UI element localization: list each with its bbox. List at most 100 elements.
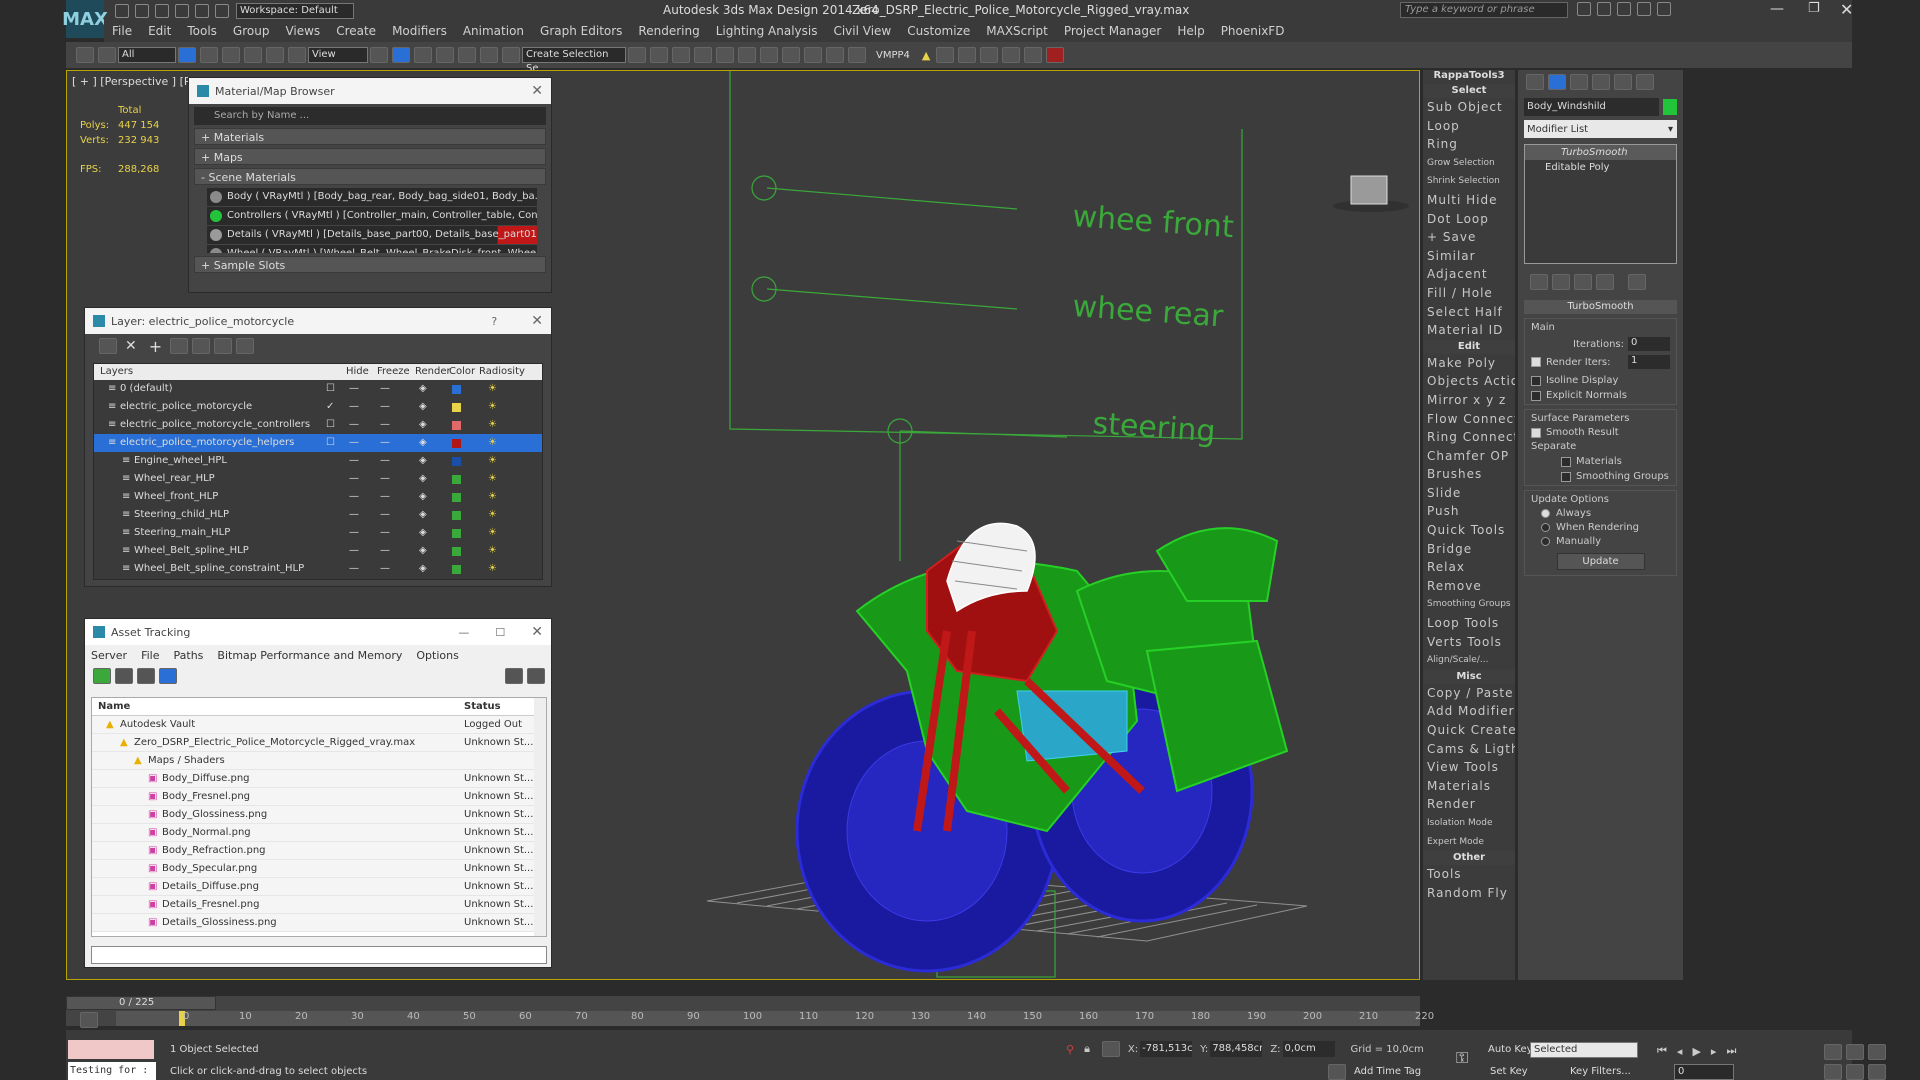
hierarchy-tab-icon[interactable] bbox=[1570, 74, 1588, 90]
field-of-view-icon[interactable] bbox=[1824, 1064, 1842, 1080]
hide-toggle-icon[interactable]: — bbox=[349, 401, 359, 412]
rappa-category-select[interactable]: Select bbox=[1423, 84, 1515, 98]
hide-toggle-icon[interactable]: — bbox=[349, 437, 359, 448]
scene-materials-rollout[interactable]: - Scene Materials bbox=[194, 168, 546, 185]
curve-editor-icon[interactable] bbox=[716, 47, 734, 63]
rappa-item-loop[interactable]: Loop bbox=[1423, 117, 1515, 136]
asset-settings-icon[interactable] bbox=[527, 668, 545, 684]
make-unique-icon[interactable] bbox=[1574, 274, 1592, 290]
render-setup-icon[interactable] bbox=[782, 47, 800, 63]
freeze-toggle-icon[interactable]: — bbox=[380, 383, 390, 394]
asset-row[interactable]: ▲ Maps / Shaders bbox=[92, 752, 546, 770]
select-by-name-icon[interactable] bbox=[200, 47, 218, 63]
open-file-icon[interactable] bbox=[135, 4, 149, 18]
graphite-ribbon-icon[interactable] bbox=[694, 47, 712, 63]
asset-row[interactable]: ▣ Body_Diffuse.png Unknown St... bbox=[92, 770, 546, 788]
layer-row[interactable]: ≡ electric_police_motorcycle — — ◈ ☀ ✓ bbox=[94, 398, 542, 416]
col-render[interactable]: Render bbox=[415, 366, 451, 377]
asset-row[interactable]: ▣ Details_Diffuse.png Unknown St... bbox=[92, 878, 546, 896]
rappa-item-multi-hide[interactable]: Multi Hide bbox=[1423, 191, 1515, 210]
rendered-frame-icon[interactable] bbox=[804, 47, 822, 63]
render-production-icon[interactable] bbox=[826, 47, 844, 63]
display-tab-icon[interactable] bbox=[1614, 74, 1632, 90]
scene-material-item[interactable]: Controllers ( VRayMtl ) [Controller_main… bbox=[207, 207, 537, 225]
track-bar[interactable] bbox=[116, 1011, 1420, 1026]
named-selection-dropdown[interactable]: Create Selection Se bbox=[522, 47, 626, 74]
isolate-selection-icon[interactable]: ⚲ bbox=[1066, 1043, 1074, 1056]
layer-row[interactable]: ≡ electric_police_motorcycle_controllers —… bbox=[94, 416, 542, 434]
hide-toggle-icon[interactable]: — bbox=[349, 509, 359, 520]
display-icon[interactable] bbox=[1002, 47, 1021, 63]
object-color-swatch[interactable] bbox=[1663, 99, 1677, 115]
layer-color-swatch[interactable] bbox=[452, 493, 461, 502]
list-view-icon[interactable] bbox=[115, 668, 133, 684]
update-always-radio[interactable] bbox=[1541, 509, 1550, 518]
hide-all-layers-icon[interactable] bbox=[214, 338, 233, 354]
asset-menu-file[interactable]: File bbox=[141, 649, 159, 662]
hide-toggle-icon[interactable]: — bbox=[349, 545, 359, 556]
asset-maximize-icon[interactable]: ☐ bbox=[495, 626, 505, 639]
select-object-icon[interactable] bbox=[178, 47, 196, 63]
rappa-item-shrink-selection[interactable]: Shrink Selection bbox=[1423, 172, 1515, 191]
reference-coord-dropdown[interactable]: View bbox=[308, 47, 368, 63]
undo-icon[interactable] bbox=[175, 4, 189, 18]
menu-item-maxscript[interactable]: MAXScript bbox=[978, 20, 1056, 42]
delete-layer-icon[interactable]: ✕ bbox=[125, 338, 137, 354]
iterations-spinner[interactable]: 0 bbox=[1628, 337, 1670, 351]
scene-material-item[interactable]: Details ( VRayMtl ) [Details_base_part00… bbox=[207, 226, 537, 244]
asset-menu-bitmap-performance-and-memory[interactable]: Bitmap Performance and Memory bbox=[217, 649, 402, 662]
layer-color-swatch[interactable] bbox=[452, 475, 461, 484]
layer-row[interactable]: ≡ electric_police_motorcycle_helpers — — ◈ ☀ ☐ bbox=[94, 434, 542, 452]
spinner-snap-icon[interactable] bbox=[480, 47, 498, 63]
layer-color-swatch[interactable] bbox=[452, 385, 461, 394]
asset-row[interactable]: ▣ Body_Glossiness.png Unknown St... bbox=[92, 806, 546, 824]
menu-item-edit[interactable]: Edit bbox=[140, 20, 179, 42]
rappa-item-align-scale[interactable]: Align/Scale/... bbox=[1423, 651, 1515, 670]
remove-modifier-icon[interactable] bbox=[1596, 274, 1614, 290]
update-button[interactable]: Update bbox=[1556, 553, 1645, 570]
separate-smoothing-checkbox[interactable] bbox=[1561, 471, 1571, 482]
y-coordinate-field[interactable]: 788,458cm bbox=[1210, 1041, 1263, 1057]
grid-icon[interactable] bbox=[980, 47, 999, 63]
rappa-item-brushes[interactable]: Brushes bbox=[1423, 465, 1515, 484]
layer-checkbox[interactable]: ☐ bbox=[326, 383, 335, 394]
orbit-icon[interactable] bbox=[1868, 1064, 1886, 1080]
pin-stack-icon[interactable] bbox=[1530, 274, 1548, 290]
render-iters-spinner[interactable]: 1 bbox=[1628, 355, 1670, 369]
layer-manager-icon[interactable] bbox=[672, 47, 690, 63]
layer-color-swatch[interactable] bbox=[452, 457, 461, 466]
col-hide[interactable]: Hide bbox=[346, 366, 369, 377]
render-toggle-icon[interactable]: ◈ bbox=[419, 455, 427, 466]
explicit-normals-checkbox[interactable] bbox=[1531, 390, 1541, 401]
menu-item-help[interactable]: Help bbox=[1169, 20, 1212, 42]
material-browser-close-icon[interactable]: ✕ bbox=[531, 83, 543, 99]
rappa-item-verts-tools[interactable]: Verts Tools bbox=[1423, 633, 1515, 652]
redo-icon[interactable] bbox=[195, 4, 209, 18]
radiosity-icon[interactable]: ☀ bbox=[488, 437, 497, 448]
materials-rollout[interactable]: + Materials bbox=[194, 128, 546, 145]
radiosity-icon[interactable]: ☀ bbox=[488, 545, 497, 556]
radiosity-icon[interactable]: ☀ bbox=[488, 401, 497, 412]
render-toggle-icon[interactable]: ◈ bbox=[419, 491, 427, 502]
pivot-icon[interactable] bbox=[370, 47, 388, 63]
asset-row[interactable]: ▲ Autodesk Vault Logged Out bbox=[92, 716, 546, 734]
rappa-item-similar[interactable]: Similar bbox=[1423, 247, 1515, 266]
curve-editor-mini-icon[interactable] bbox=[80, 1012, 98, 1028]
selection-filter-dropdown[interactable]: All bbox=[118, 47, 176, 63]
x-coordinate-field[interactable]: -781,513cr bbox=[1140, 1041, 1193, 1057]
rappa-item-copy-paste[interactable]: Copy / Paste bbox=[1423, 684, 1515, 703]
freeze-toggle-icon[interactable]: — bbox=[380, 527, 390, 538]
asset-path-field[interactable] bbox=[91, 946, 547, 964]
rappa-item-quick-tools[interactable]: Quick Tools bbox=[1423, 521, 1515, 540]
rappa-item-ring-connect[interactable]: Ring Connect bbox=[1423, 428, 1515, 447]
menu-item-phoenixfd[interactable]: PhoenixFD bbox=[1213, 20, 1293, 42]
restore-icon[interactable]: ❐ bbox=[1808, 1, 1820, 16]
help-search-input[interactable]: Type a keyword or phrase bbox=[1400, 2, 1568, 18]
layer-row[interactable]: ≡ Steering_child_HLP — — ◈ ☀ bbox=[94, 506, 542, 524]
refresh-icon[interactable] bbox=[93, 668, 111, 684]
hide-toggle-icon[interactable]: — bbox=[349, 527, 359, 538]
freeze-all-layers-icon[interactable] bbox=[236, 338, 255, 354]
layer-row[interactable]: ≡ Steering_main_HLP — — ◈ ☀ bbox=[94, 524, 542, 542]
pan-icon[interactable] bbox=[1846, 1064, 1864, 1080]
asset-row[interactable]: ▣ Body_Fresnel.png Unknown St... bbox=[92, 788, 546, 806]
